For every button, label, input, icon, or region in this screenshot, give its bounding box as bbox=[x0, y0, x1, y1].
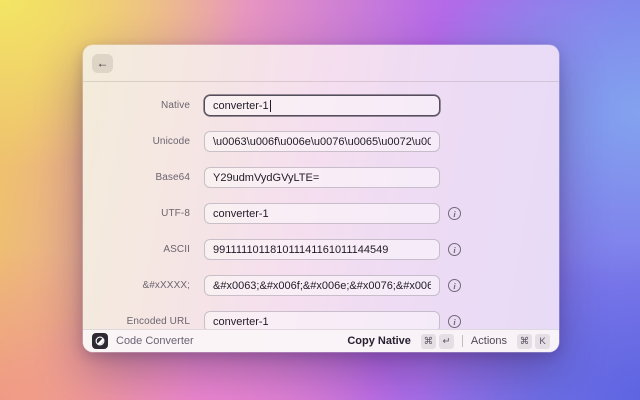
form-row-unicode: Unicode \u0063\u006f\u006e\u0076\u0065\u… bbox=[92, 131, 559, 152]
form-row-encoded-url: Encoded URL converter-1 i bbox=[92, 311, 559, 329]
ascii-input[interactable]: 991111101181011141161011144549 bbox=[204, 239, 440, 260]
native-input[interactable]: converter-1 bbox=[204, 95, 440, 116]
field-value: converter-1 bbox=[213, 315, 269, 328]
field-value: converter-1 bbox=[213, 207, 269, 220]
code-converter-window: ← Native converter-1 Unicode \u0063\u006… bbox=[83, 45, 559, 352]
form-row-native: Native converter-1 bbox=[92, 95, 559, 116]
copy-native-button[interactable]: Copy Native bbox=[347, 335, 411, 347]
converter-form: Native converter-1 Unicode \u0063\u006f\… bbox=[83, 82, 559, 329]
field-label: Unicode bbox=[152, 136, 190, 147]
field-label: Native bbox=[161, 100, 190, 111]
form-row-utf8: UTF-8 converter-1 i bbox=[92, 203, 559, 224]
info-icon[interactable]: i bbox=[448, 315, 461, 328]
field-label: ASCII bbox=[163, 244, 190, 255]
field-value: Y29udmVydGVyLTE= bbox=[213, 171, 320, 184]
form-row-hex-entity: &#xXXXX; &#x0063;&#x006f;&#x006e;&#x0076… bbox=[92, 275, 559, 296]
field-value: converter-1 bbox=[213, 99, 269, 112]
actions-button[interactable]: Actions bbox=[471, 335, 507, 347]
field-label: Encoded URL bbox=[126, 316, 190, 327]
field-value: \u0063\u006f\u006e\u0076\u0065\u0072\u00… bbox=[213, 135, 431, 148]
code-converter-logo-icon bbox=[92, 333, 108, 349]
cmd-key-icon: ⌘ bbox=[420, 333, 436, 349]
window-titlebar: ← bbox=[83, 45, 559, 82]
cmd-key-icon: ⌘ bbox=[517, 333, 532, 349]
info-icon[interactable]: i bbox=[448, 243, 461, 256]
field-value: 991111101181011141161011144549 bbox=[213, 243, 389, 256]
encoded-url-input[interactable]: converter-1 bbox=[204, 311, 440, 329]
info-icon[interactable]: i bbox=[448, 207, 461, 220]
info-icon[interactable]: i bbox=[448, 279, 461, 292]
k-key-icon: K bbox=[535, 333, 550, 349]
field-value: &#x0063;&#x006f;&#x006e;&#x0076;&#x0065;… bbox=[213, 279, 431, 292]
utf8-input[interactable]: converter-1 bbox=[204, 203, 440, 224]
field-label: Base64 bbox=[155, 172, 190, 183]
action-bar: Code Converter Copy Native ⌘ ↵ Actions ⌘… bbox=[83, 329, 559, 352]
form-row-ascii: ASCII 991111101181011141161011144549 i bbox=[92, 239, 559, 260]
return-key-icon: ↵ bbox=[438, 333, 454, 349]
field-label: &#xXXXX; bbox=[142, 280, 190, 291]
back-button[interactable]: ← bbox=[92, 53, 113, 73]
base64-input[interactable]: Y29udmVydGVyLTE= bbox=[204, 167, 440, 188]
app-name-label: Code Converter bbox=[116, 335, 194, 347]
unicode-input[interactable]: \u0063\u006f\u006e\u0076\u0065\u0072\u00… bbox=[204, 131, 440, 152]
hex-entity-input[interactable]: &#x0063;&#x006f;&#x006e;&#x0076;&#x0065;… bbox=[204, 275, 440, 296]
back-arrow-icon: ← bbox=[96, 56, 109, 70]
text-caret bbox=[269, 99, 271, 112]
form-row-base64: Base64 Y29udmVydGVyLTE= bbox=[92, 167, 559, 188]
footer-divider bbox=[461, 335, 463, 347]
field-label: UTF-8 bbox=[161, 208, 190, 219]
